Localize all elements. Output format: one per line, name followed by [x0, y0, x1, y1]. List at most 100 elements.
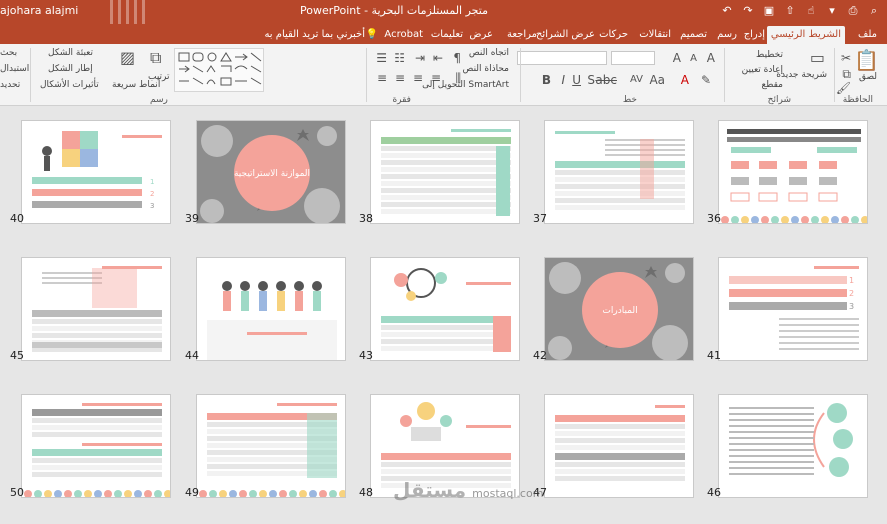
replace-button[interactable]: استبدال [0, 64, 29, 74]
slide-thumbnail[interactable] [544, 394, 694, 498]
dropdown-icon[interactable]: ▾ [825, 3, 839, 19]
undo-icon[interactable]: ↶ [720, 3, 734, 19]
character-spacing-icon[interactable]: AV [630, 74, 643, 86]
slide-number: 42 [533, 349, 547, 362]
slide-preview [199, 403, 345, 497]
tab-review[interactable]: مراجعة [503, 26, 541, 44]
slide-thumbnail[interactable] [544, 120, 694, 224]
tab-design[interactable]: تصميم [676, 26, 711, 44]
slide-number: 44 [185, 349, 199, 362]
slide-thumbnail[interactable]: المبادرات [544, 257, 694, 361]
font-size-field[interactable] [611, 51, 655, 65]
slide-thumbnail[interactable] [196, 394, 346, 498]
search-icon[interactable]: ⌕ [867, 3, 881, 19]
slide-preview: المبادرات [545, 258, 693, 360]
quick-styles-label[interactable]: أنماط سريعة [112, 80, 160, 90]
share-icon[interactable]: ⇧ [783, 3, 797, 19]
slide-thumbnail[interactable] [21, 394, 171, 498]
separator [834, 48, 835, 102]
section-title: المبادرات [602, 306, 637, 316]
text-direction-button[interactable]: اتجاه النص [469, 48, 509, 58]
bullets-icon[interactable]: ☰ [376, 52, 387, 64]
bold-icon[interactable]: B [542, 74, 551, 86]
font-name-field[interactable] [517, 51, 607, 65]
indent-icon[interactable]: ⇥ [415, 52, 425, 64]
copy-icon[interactable]: ⧉ [842, 68, 851, 80]
strikethrough-icon[interactable]: abc [595, 74, 617, 86]
separator [520, 48, 521, 102]
slide-preview [207, 281, 337, 360]
app-name: PowerPoint [300, 4, 361, 17]
slide-thumbnail[interactable] [718, 120, 868, 224]
slide-number: 49 [185, 486, 199, 499]
rtl-icon[interactable]: ¶ [453, 52, 461, 64]
shape-outline-button[interactable]: إطار الشكل [48, 64, 93, 74]
slide-thumbnail[interactable]: 1 2 3 [718, 257, 868, 361]
underline-icon[interactable]: U [572, 74, 581, 86]
grow-font-icon[interactable]: A [673, 52, 681, 64]
font-color-icon[interactable]: A [681, 74, 689, 86]
shadow-icon[interactable]: S [587, 74, 595, 86]
document-title: متجر المستلزمات البحرية [371, 4, 488, 17]
highlight-icon[interactable]: ✎ [701, 74, 711, 86]
paste-icon[interactable]: 📋 [854, 50, 879, 70]
layout-button[interactable]: تخطيط [756, 50, 783, 60]
tab-draw[interactable]: رسم [713, 26, 741, 44]
outdent-icon[interactable]: ⇤ [433, 52, 443, 64]
tab-view[interactable]: عرض [465, 26, 497, 44]
align-left-icon[interactable]: ≡ [377, 72, 387, 84]
clear-formatting-icon[interactable]: A [707, 52, 715, 64]
shapes-gallery[interactable] [174, 48, 264, 92]
tell-me-search[interactable]: أخبرني بما تريد القيام به [260, 26, 369, 44]
slide-preview [24, 403, 170, 497]
align-text-button[interactable]: محاذاة النص [463, 64, 509, 74]
slide-thumbnail[interactable] [370, 120, 520, 224]
title-bar-decoration [110, 0, 150, 24]
slide-preview: 1 2 3 [32, 131, 162, 210]
touch-mode-icon[interactable]: ☝ [804, 3, 818, 19]
new-slide-icon[interactable]: ▭ [810, 50, 825, 66]
tab-home[interactable]: الشريط الرئيسي [766, 26, 845, 44]
svg-text:1: 1 [849, 276, 854, 285]
user-name[interactable]: ajohara alajmi [0, 4, 78, 17]
shape-fill-button[interactable]: تعبئة الشكل [48, 48, 93, 58]
slide-number: 46 [707, 486, 721, 499]
redo-icon[interactable]: ↷ [741, 3, 755, 19]
slide-thumbnail[interactable] [21, 257, 171, 361]
convert-smartart-button[interactable]: التحويل إلى SmartArt [422, 80, 509, 90]
tab-help[interactable]: تعليمات [427, 26, 467, 44]
reset-button[interactable]: إعادة تعيين [742, 65, 783, 75]
new-slide-label[interactable]: شريحة جديدة [776, 70, 827, 80]
shape-effects-button[interactable]: تأثيرات الأشكال [40, 80, 99, 90]
italic-icon[interactable]: I [561, 74, 565, 86]
shrink-font-icon[interactable]: A [690, 53, 697, 65]
format-painter-icon[interactable]: 🖌 [836, 82, 851, 94]
select-button[interactable]: تحديد [0, 80, 20, 90]
slide-thumbnail[interactable] [370, 257, 520, 361]
svg-text:1: 1 [150, 178, 154, 186]
arrange-icon[interactable]: ⧉ [150, 50, 161, 66]
slide-thumbnail[interactable]: 1 2 3 [21, 120, 171, 224]
tab-file[interactable]: ملف [854, 26, 881, 44]
tab-slideshow[interactable]: عرض الشرائح [532, 26, 599, 44]
numbering-icon[interactable]: ☷ [394, 52, 405, 64]
slide-thumbnail[interactable]: الموازنة الاستراتيجية [196, 120, 346, 224]
print-icon[interactable]: ⎙ [846, 3, 860, 19]
paste-label[interactable]: لصق [859, 72, 877, 82]
quick-styles-icon[interactable]: ▨ [120, 50, 135, 66]
tab-transitions[interactable]: انتقالات [635, 26, 675, 44]
change-case-icon[interactable]: Aa [649, 74, 665, 86]
svg-text:3: 3 [849, 302, 854, 311]
cut-icon[interactable]: ✂ [841, 52, 851, 64]
slide-thumbnail[interactable] [718, 394, 868, 498]
find-button[interactable]: بحث [0, 48, 17, 58]
section-title: الموازنة الاستراتيجية [234, 169, 310, 179]
tab-acrobat[interactable]: Acrobat [380, 26, 427, 44]
section-button[interactable]: مقطع [761, 80, 783, 90]
tab-animations[interactable]: حركات [595, 26, 632, 44]
save-icon[interactable]: ▣ [762, 3, 776, 19]
tab-insert[interactable]: إدراج [740, 26, 769, 44]
slide-thumbnail[interactable] [196, 257, 346, 361]
align-center-icon[interactable]: ≡ [395, 72, 405, 84]
watermark-latin: mostaql.com [472, 487, 544, 500]
